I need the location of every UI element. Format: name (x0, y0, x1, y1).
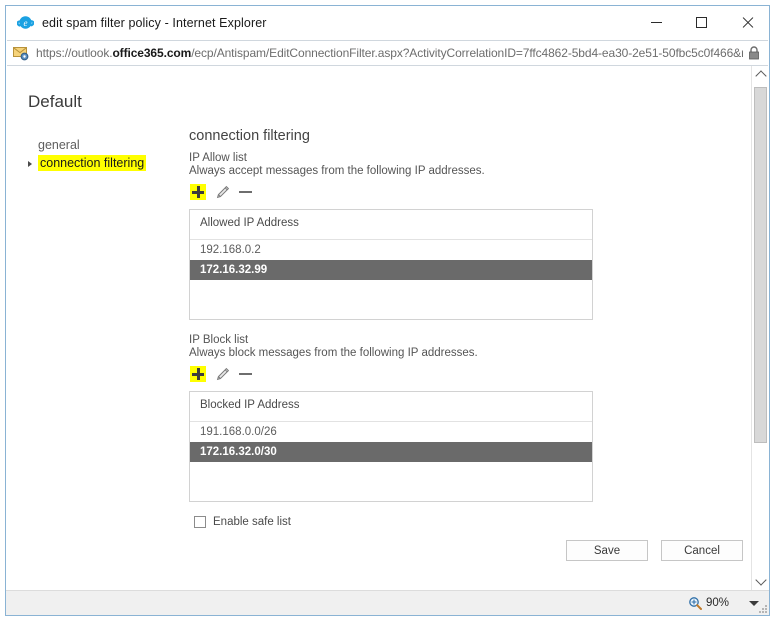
cancel-button[interactable]: Cancel (661, 540, 743, 561)
remove-blocked-ip-button[interactable] (239, 373, 252, 375)
save-button[interactable]: Save (566, 540, 648, 561)
address-bar[interactable]: https://outlook.office365.com/ecp/Antisp… (7, 40, 768, 66)
section-title: connection filtering (189, 128, 609, 144)
window-controls (634, 6, 769, 39)
status-bar: 90% (6, 590, 769, 615)
zoom-magnifier-icon (688, 596, 702, 610)
ip-allow-list-toolbar (190, 181, 609, 203)
url-text: https://outlook.office365.com/ecp/Antisp… (36, 46, 743, 60)
pencil-icon (215, 367, 230, 382)
add-allowed-ip-button[interactable] (190, 184, 206, 200)
allowed-ip-rows: 192.168.0.2 172.16.32.99 (190, 240, 592, 319)
svg-text:e: e (24, 18, 28, 28)
allowed-ip-column-header: Allowed IP Address (190, 210, 592, 240)
nav-item-general[interactable]: general (28, 136, 173, 154)
nav-item-general-label: general (38, 138, 80, 152)
nav-bullet-icon (28, 161, 32, 167)
nav-item-connection-filtering[interactable]: connection filtering (28, 154, 173, 172)
scrollbar-track[interactable] (752, 83, 769, 573)
blocked-ip-column-header: Blocked IP Address (190, 392, 592, 422)
close-button[interactable] (724, 6, 769, 39)
plus-icon (190, 366, 206, 382)
screenshot-root: e edit spam filter policy - Internet Exp… (0, 0, 775, 623)
chevron-up-icon (755, 70, 766, 81)
enable-safe-list-row[interactable]: Enable safe list (194, 516, 609, 528)
plus-icon (190, 184, 206, 200)
zoom-control[interactable]: 90% (688, 596, 729, 610)
scrollbar-thumb[interactable] (754, 87, 767, 443)
maximize-button[interactable] (679, 6, 724, 39)
enable-safe-list-checkbox[interactable] (194, 516, 206, 528)
zoom-level-label: 90% (706, 597, 729, 609)
chevron-down-icon (755, 574, 766, 585)
close-icon (741, 17, 753, 29)
minus-icon (239, 373, 252, 375)
edit-blocked-ip-button[interactable] (215, 367, 230, 382)
ip-block-list-description: Always block messages from the following… (189, 347, 609, 359)
site-favicon-icon (13, 46, 30, 61)
lock-icon (747, 45, 761, 61)
ecp-page: Default general connection filtering con… (6, 66, 751, 590)
url-prefix: https://outlook. (36, 46, 112, 60)
page-viewport: Default general connection filtering con… (6, 66, 769, 590)
ip-allow-list-description: Always accept messages from the followin… (189, 165, 609, 177)
browser-window: e edit spam filter policy - Internet Exp… (5, 5, 770, 616)
connection-filtering-panel: connection filtering IP Allow list Alway… (189, 128, 609, 528)
internet-explorer-logo-icon: e (17, 14, 34, 31)
scroll-up-button[interactable] (752, 66, 769, 83)
maximize-icon (696, 17, 707, 28)
ip-block-list-label: IP Block list (189, 334, 609, 346)
window-title: edit spam filter policy - Internet Explo… (42, 16, 267, 30)
page-title: Default (28, 92, 82, 112)
page-scrollbar[interactable] (751, 66, 769, 590)
nav-item-connection-filtering-label: connection filtering (38, 155, 146, 171)
allowed-ip-table: Allowed IP Address 192.168.0.2 172.16.32… (189, 209, 593, 320)
ip-block-list-toolbar (190, 363, 609, 385)
minimize-button[interactable] (634, 6, 679, 39)
table-row[interactable]: 192.168.0.2 (190, 240, 592, 260)
blocked-ip-rows: 191.168.0.0/26 172.16.32.0/30 (190, 422, 592, 501)
enable-safe-list-label: Enable safe list (213, 516, 291, 528)
minus-icon (239, 191, 252, 193)
settings-nav: general connection filtering (28, 136, 173, 172)
scroll-down-button[interactable] (752, 573, 769, 590)
url-path: /ecp/Antispam/EditConnectionFilter.aspx?… (191, 46, 743, 60)
add-blocked-ip-button[interactable] (190, 366, 206, 382)
title-bar: e edit spam filter policy - Internet Exp… (6, 6, 769, 40)
table-row[interactable]: 172.16.32.0/30 (190, 442, 592, 462)
form-actions: Save Cancel (566, 540, 743, 561)
blocked-ip-table: Blocked IP Address 191.168.0.0/26 172.16… (189, 391, 593, 502)
table-row[interactable]: 172.16.32.99 (190, 260, 592, 280)
resize-grip-icon (757, 603, 767, 613)
ip-allow-list-label: IP Allow list (189, 152, 609, 164)
table-row[interactable]: 191.168.0.0/26 (190, 422, 592, 442)
remove-allowed-ip-button[interactable] (239, 191, 252, 193)
edit-allowed-ip-button[interactable] (215, 185, 230, 200)
url-domain: office365.com (112, 46, 191, 60)
minimize-icon (651, 22, 662, 23)
pencil-icon (215, 185, 230, 200)
